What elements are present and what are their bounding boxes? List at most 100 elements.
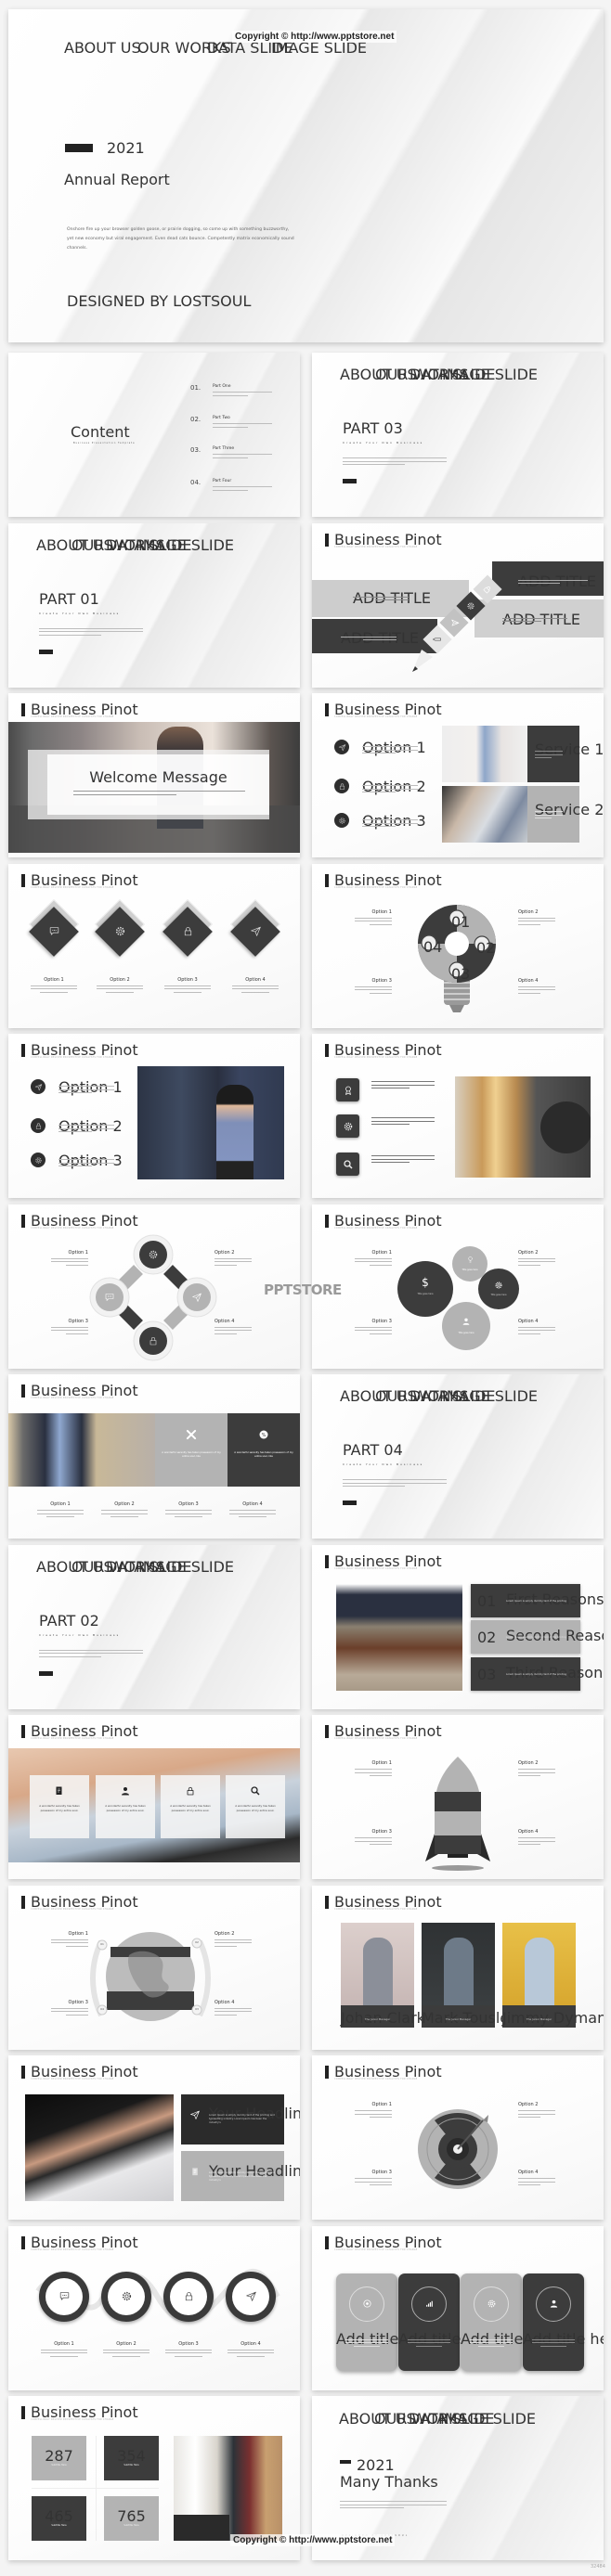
part-03-slide[interactable]: ABOUT US OUR WORKS DATA SLIDE IMAGE SLIDE PA… (312, 353, 604, 517)
body-text-line (362, 788, 418, 790)
part-title: PART 01 (39, 589, 99, 608)
panels-slide[interactable]: Business Pinot COMPELLINGLY DELIVER PROSP… (8, 1374, 300, 1539)
body-text-line (58, 1162, 114, 1164)
bulb-number: 01 (451, 912, 471, 931)
body-text-line (535, 751, 563, 752)
bulb-number: 04 (423, 937, 443, 956)
service-label: Service 2 (535, 801, 604, 818)
content-item-number: 04. (190, 479, 202, 486)
body-text-line (213, 426, 249, 428)
panel-text: A wonderful serenity has taken possessio… (162, 1451, 221, 1459)
body-text-line (50, 2355, 78, 2357)
diamonds-slide[interactable]: Business Pinot COMPELLINGLY DELIVER PROSP… (8, 863, 300, 1028)
tablet-slide[interactable]: Business Pinot COMPELLINGLY DELIVER PROSP… (8, 1034, 300, 1198)
rocket-slide[interactable]: Business Pinot COMPELLINGLY DELIVER PROSP… (312, 1715, 604, 1879)
header-bar (21, 2066, 25, 2079)
bubbles-slide[interactable]: Business Pinot COMPELLINGLY DELIVER PROSP… (312, 1204, 604, 1369)
nav-link-3[interactable]: IMAGE SLIDE (271, 41, 367, 56)
reasons-slide[interactable]: Business Pinot COMPELLINGLY DELIVER PROSP… (312, 1544, 604, 1709)
body-text-line (362, 826, 396, 827)
body-text-line (345, 2338, 388, 2340)
body-text-line (470, 2342, 513, 2343)
part-02-slide[interactable]: ABOUT US OUR WORKS DATA SLIDE IMAGE SLIDE PA… (8, 1544, 300, 1709)
services-slide[interactable]: Business Pinot COMPELLINGLY DELIVER PROSP… (312, 693, 604, 857)
content-slide[interactable]: Content Business Presentation Template 01.… (8, 353, 300, 517)
body-text-line (343, 464, 406, 465)
team-slide[interactable]: Business Pinot COMPELLINGLY DELIVER PROSP… (312, 1885, 604, 2050)
body-text-line (213, 392, 272, 393)
team-role: The Junior Manager (526, 2016, 552, 2021)
stat-label: Subtitle Here (51, 2524, 67, 2527)
body-text-line (51, 1942, 88, 1943)
body-text-line (41, 2352, 87, 2353)
content-item-label: Part Four (213, 479, 232, 483)
slide-subtitle: COMPELLINGLY DELIVER PROSPECTIVE CATALYS… (31, 1737, 114, 1740)
nav-link-0[interactable]: ABOUT US (64, 41, 141, 56)
option-label: Option 3 (371, 977, 392, 984)
rings-slide[interactable]: Business Pinot COMPELLINGLY DELIVER PROSP… (8, 2225, 300, 2390)
body-text-line (103, 2352, 150, 2353)
body-text-line (97, 988, 143, 989)
option-label: Option 2 (214, 1249, 235, 1256)
option-label: Option 3 (68, 1318, 88, 1324)
slide-subtitle: COMPELLINGLY DELIVER PROSPECTIVE CATALYS… (31, 715, 114, 718)
target-graphic (418, 2109, 498, 2189)
nav-link-3[interactable]: IMAGE SLIDE (442, 1389, 538, 1404)
option-icon-circle (334, 813, 349, 828)
body-text-line (518, 1264, 540, 1266)
nav-link-3[interactable]: IMAGE SLIDE (138, 1559, 234, 1575)
option-label: Option 2 (114, 1501, 135, 1507)
body-text-line (408, 2338, 450, 2340)
award-icon (344, 1086, 351, 1095)
gear-icon (495, 1281, 502, 1289)
keyboard-slide[interactable]: Business Pinot COMPELLINGLY DELIVER PROSP… (8, 1715, 300, 1879)
welcome-slide[interactable]: Business Pinot COMPELLINGLY DELIVER PROSP… (8, 693, 300, 857)
content-item-label: Part Three (213, 446, 235, 451)
body-text-line (518, 2184, 540, 2185)
person-silhouette (444, 1937, 474, 2005)
body-text-line (371, 1117, 435, 1118)
chart-icon (425, 2300, 433, 2307)
cards-slide[interactable]: Business Pinot COMPELLINGLY DELIVER PROSP… (312, 2225, 604, 2390)
headline-slide[interactable]: Business Pinot COMPELLINGLY DELIVER PROSP… (8, 2055, 300, 2220)
phone-slide[interactable]: Business Pinot COMPELLINGLY DELIVER PROSP… (312, 1034, 604, 1198)
body-text-line (103, 2349, 150, 2351)
globe-slide[interactable]: Business Pinot COMPELLINGLY DELIVER PROSP… (8, 1885, 300, 2050)
nav-link-3[interactable]: IMAGE SLIDE (442, 367, 538, 382)
body-text-line (51, 2007, 88, 2009)
laptop-man-photo (174, 2436, 282, 2541)
nav-link-3[interactable]: IMAGE SLIDE (138, 537, 234, 553)
reason-number: 02 (477, 1628, 497, 1646)
cycle-slide[interactable]: Business Pinot COMPELLINGLY DELIVER PROSP… (8, 1204, 300, 1369)
stat-value: 287 (45, 2447, 73, 2465)
part-title: PART 02 (39, 1611, 99, 1629)
option-label: Option 1 (50, 1501, 71, 1507)
chat-icon (59, 2292, 69, 2300)
part-bar (39, 1670, 53, 1676)
hero-title: Annual Report (64, 171, 170, 188)
bulb-slide[interactable]: Business Pinot COMPELLINGLY DELIVER PROSP… (312, 863, 604, 1028)
body-text-line (371, 1120, 435, 1122)
body-text-line (518, 992, 540, 994)
team-photo (502, 1922, 576, 2005)
wrench-icon (186, 1429, 197, 1440)
steps-slide[interactable]: Business Pinot COMPELLINGLY DELIVER PROSP… (312, 522, 604, 688)
target-slide[interactable]: Business Pinot COMPELLINGLY DELIVER PROSP… (312, 2055, 604, 2220)
body-text-line (362, 822, 418, 824)
team-role: The Junior Manager (445, 2016, 472, 2021)
part-01-slide[interactable]: ABOUT US OUR WORKS DATA SLIDE IMAGE SLIDE PA… (8, 522, 300, 688)
nav-link-3[interactable]: IMAGE SLIDE (440, 2412, 536, 2427)
bubbles-graphic (397, 1245, 519, 1350)
body-text-line (73, 791, 245, 792)
option-label: Option 1 (54, 2340, 74, 2347)
body-text-line (518, 985, 555, 987)
stat-value: 765 (117, 2507, 146, 2525)
body-text-line (165, 2352, 212, 2353)
body-text-line (229, 1513, 276, 1514)
option-label: Option 3 (68, 1999, 88, 2005)
body-text-line (46, 1516, 74, 1517)
body-text-line (355, 989, 392, 990)
body-text-line (214, 2014, 237, 2016)
part-04-slide[interactable]: ABOUT US OUR WORKS DATA SLIDE IMAGE SLIDE PA… (312, 1374, 604, 1539)
option-label: Option 4 (214, 1318, 235, 1324)
